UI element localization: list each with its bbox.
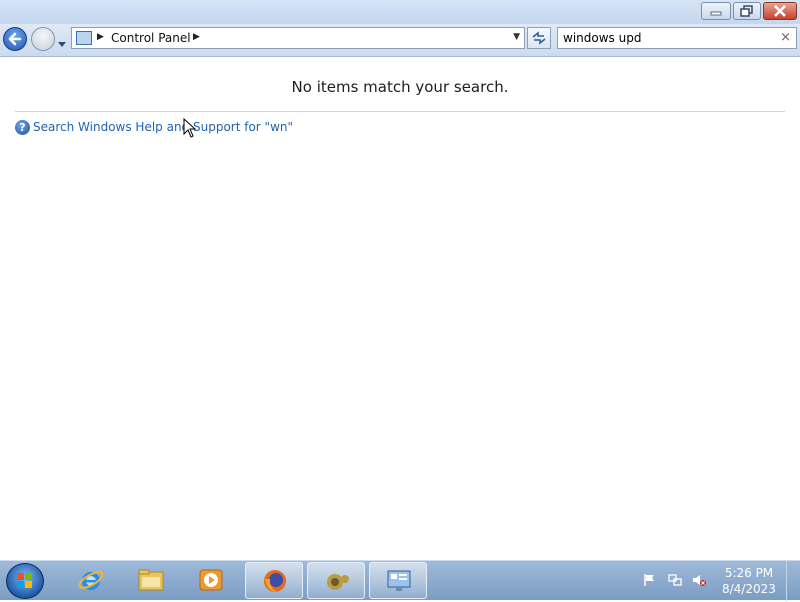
system-clock[interactable]: 5:26 PM 8/4/2023 [718, 565, 780, 597]
notification-area [640, 569, 710, 593]
search-box[interactable]: × [557, 27, 797, 49]
control-panel-icon [76, 31, 92, 45]
search-help-link-text[interactable]: Search Windows Help and Support for "wn" [33, 120, 293, 134]
clear-search-icon[interactable]: × [780, 30, 791, 45]
search-input[interactable] [563, 30, 763, 46]
media-player-icon [199, 569, 223, 591]
minimize-button[interactable] [701, 2, 731, 20]
chevron-down-icon [58, 42, 66, 47]
taskbar-gimp[interactable] [307, 562, 365, 599]
network-icon[interactable] [668, 573, 682, 587]
taskbar-control-panel[interactable] [369, 562, 427, 599]
close-icon [774, 5, 786, 17]
help-icon: ? [15, 120, 30, 135]
address-bar[interactable]: ▶ Control Panel ▶ ▼ [71, 27, 525, 49]
minimize-icon [710, 11, 722, 16]
taskbar-internet-explorer[interactable] [62, 562, 120, 599]
action-center-flag-icon[interactable] [643, 573, 657, 587]
internet-explorer-icon [78, 571, 104, 590]
divider [15, 111, 785, 112]
navigation-bar: ▶ Control Panel ▶ ▼ × [0, 24, 800, 57]
back-arrow-icon [8, 32, 22, 46]
control-panel-icon [387, 570, 411, 591]
refresh-button[interactable] [527, 27, 551, 49]
control-panel-window: ▶ Control Panel ▶ ▼ × No items match you… [0, 0, 800, 560]
clock-time: 5:26 PM [724, 566, 774, 580]
restore-icon [740, 5, 753, 17]
start-button[interactable] [6, 563, 44, 599]
recent-pages-dropdown[interactable] [57, 34, 67, 47]
file-explorer-icon [138, 569, 164, 591]
mouse-pointer-icon [183, 118, 197, 138]
breadcrumb-arrow-icon[interactable]: ▶ [97, 32, 104, 42]
forward-button[interactable] [31, 27, 55, 51]
back-button[interactable] [3, 27, 27, 51]
refresh-icon [532, 31, 546, 45]
taskbar-firefox[interactable] [245, 562, 303, 599]
breadcrumb-control-panel[interactable]: Control Panel [111, 31, 191, 45]
clock-date: 8/4/2023 [722, 582, 776, 596]
volume-muted-icon[interactable] [692, 573, 706, 587]
address-dropdown-icon[interactable]: ▼ [513, 32, 520, 42]
close-button[interactable] [763, 2, 797, 20]
gimp-icon [327, 574, 349, 590]
show-desktop-button[interactable] [786, 561, 800, 601]
taskbar: 5:26 PM 8/4/2023 [0, 560, 800, 601]
empty-results-message: No items match your search. [291, 78, 509, 96]
restore-button[interactable] [733, 2, 761, 20]
firefox-icon [264, 570, 286, 592]
title-bar[interactable] [0, 0, 800, 24]
windows-orb-icon [17, 573, 32, 588]
taskbar-file-explorer[interactable] [122, 562, 180, 599]
breadcrumb-arrow-icon[interactable]: ▶ [193, 32, 200, 42]
taskbar-media-player[interactable] [182, 562, 240, 599]
